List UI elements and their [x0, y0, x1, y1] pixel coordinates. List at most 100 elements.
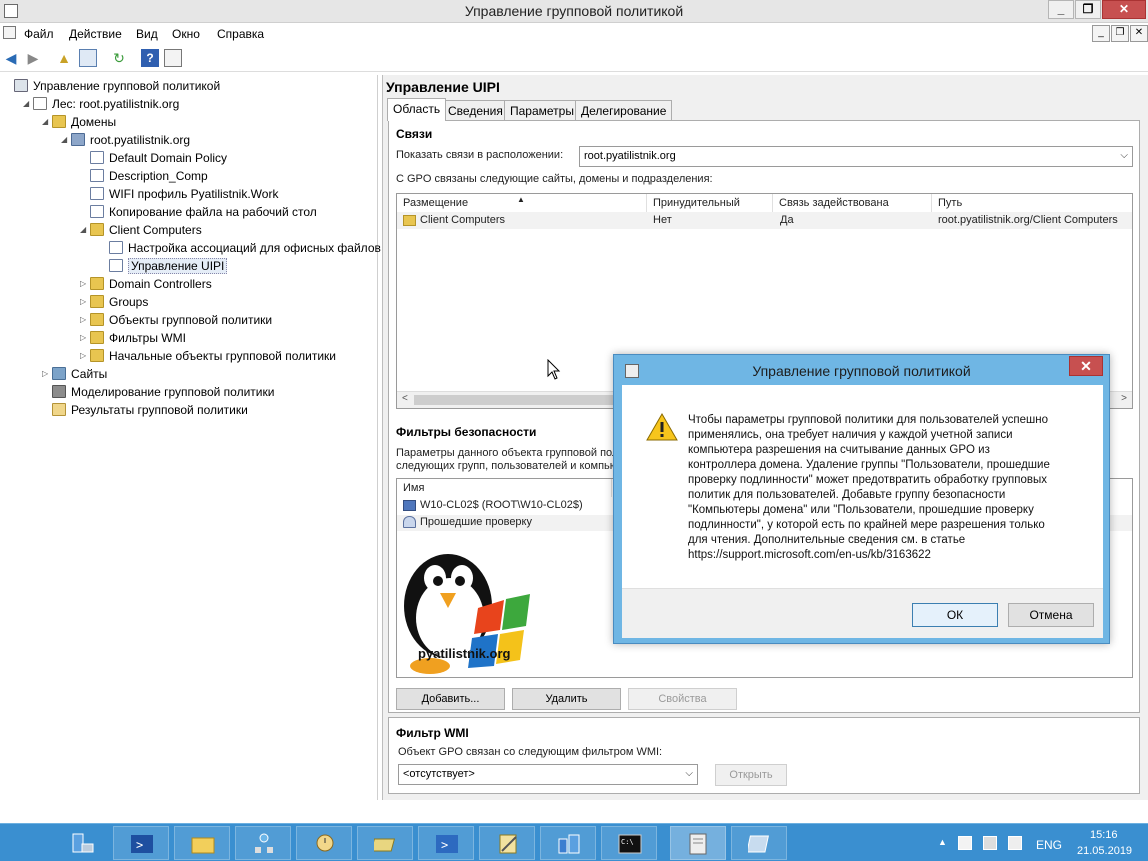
minimize-button[interactable]: _: [1048, 0, 1074, 19]
scroll-right-icon[interactable]: >: [1121, 393, 1127, 404]
column-header-link-enabled[interactable]: Связь задействована: [773, 194, 932, 212]
forward-arrow-icon[interactable]: ▶: [24, 49, 42, 67]
gp-tools-taskbar-button[interactable]: [540, 826, 596, 860]
tree-item[interactable]: Управление групповой политикой: [4, 78, 220, 96]
tab-scope[interactable]: Область: [387, 98, 447, 121]
tab-delegation[interactable]: Делегирование: [575, 100, 673, 120]
cmd-taskbar-button[interactable]: C:\: [601, 826, 657, 860]
cancel-button[interactable]: Отмена: [1008, 603, 1094, 627]
refresh-icon[interactable]: ↻: [110, 49, 128, 67]
tree-item[interactable]: ◢ root.pyatilistnik.org: [61, 132, 190, 150]
back-arrow-icon[interactable]: ◀: [2, 49, 20, 67]
menu-window[interactable]: Окно: [172, 27, 200, 41]
collapsed-arrow-icon[interactable]: ▷: [42, 369, 52, 378]
expanded-arrow-icon[interactable]: ◢: [80, 225, 90, 234]
menu-view[interactable]: Вид: [136, 27, 158, 41]
network-tray-icon[interactable]: [983, 836, 997, 850]
restore-button[interactable]: ❐: [1075, 0, 1101, 19]
column-header-location[interactable]: Размещение ▲: [397, 194, 647, 212]
tree-item[interactable]: ▷ Groups: [80, 294, 148, 312]
gpmc-taskbar-button[interactable]: [670, 826, 726, 860]
collapsed-arrow-icon[interactable]: ▷: [80, 315, 90, 324]
explorer-taskbar-button[interactable]: [174, 826, 230, 860]
mdi-doc-icon[interactable]: [3, 26, 16, 39]
expanded-arrow-icon[interactable]: ◢: [23, 99, 33, 108]
tree-item[interactable]: Копирование файла на рабочий стол: [80, 204, 317, 222]
tree-item[interactable]: ▷ Фильтры WMI: [80, 330, 186, 348]
collapsed-arrow-icon[interactable]: ▷: [80, 351, 90, 360]
powershell-taskbar-button[interactable]: >: [113, 826, 169, 860]
clock-time[interactable]: 15:16: [1090, 829, 1118, 841]
column-header-path[interactable]: Путь: [932, 194, 1132, 212]
tray-chevron-up-icon[interactable]: ▲: [938, 837, 947, 847]
scrollbar-thumb[interactable]: [414, 395, 634, 405]
column-header-name[interactable]: Имя: [397, 479, 612, 497]
menu-action[interactable]: Действие: [69, 27, 122, 41]
remove-button[interactable]: Удалить: [512, 688, 621, 710]
show-links-label: Показать связи в расположении:: [396, 149, 564, 161]
collapsed-arrow-icon[interactable]: ▷: [80, 333, 90, 342]
tree-item[interactable]: Default Domain Policy: [80, 150, 227, 168]
open-button[interactable]: Открыть: [715, 764, 787, 786]
notepad-taskbar-button[interactable]: [479, 826, 535, 860]
mdi-restore-button[interactable]: ❐: [1111, 25, 1129, 42]
network-taskbar-button[interactable]: [235, 826, 291, 860]
powershell-ise-taskbar-button[interactable]: >: [418, 826, 474, 860]
server-manager-taskbar-button[interactable]: [54, 826, 110, 860]
tree-item-label: Результаты групповой политики: [71, 402, 248, 417]
tree-item[interactable]: WIFI профиль Pyatilistnik.Work: [80, 186, 278, 204]
tree-item[interactable]: Description_Comp: [80, 168, 208, 186]
location-select[interactable]: root.pyatilistnik.org ⌵: [579, 146, 1133, 167]
tree-item[interactable]: ◢ Лес: root.pyatilistnik.org: [23, 96, 179, 114]
tree-item[interactable]: Моделирование групповой политики: [42, 384, 274, 402]
expanded-arrow-icon[interactable]: ◢: [42, 117, 52, 126]
table-row[interactable]: Client Computers Нет Да root.pyatilistni…: [397, 212, 1132, 229]
wmi-filter-select[interactable]: <отсутствует> ⌵: [398, 764, 698, 785]
properties-button[interactable]: Свойства: [628, 688, 737, 710]
collapsed-arrow-icon[interactable]: ▷: [80, 297, 90, 306]
show-hide-tree-icon[interactable]: [79, 49, 97, 67]
expanded-arrow-icon[interactable]: ◢: [61, 135, 71, 144]
action-center-icon[interactable]: [958, 836, 972, 850]
tree-item[interactable]: ▷ Domain Controllers: [80, 276, 212, 294]
dialog-close-button[interactable]: ✕: [1069, 356, 1103, 376]
tree-item[interactable]: ◢ Client Computers: [80, 222, 202, 240]
task-scheduler-taskbar-button[interactable]: [296, 826, 352, 860]
domains-folder-icon: [52, 115, 66, 129]
gpo-link-icon: [90, 205, 104, 219]
tree-item[interactable]: ▷ Объекты групповой политики: [80, 312, 272, 330]
tree-item-label: Domain Controllers: [109, 276, 212, 291]
mdi-minimize-button[interactable]: _: [1092, 25, 1110, 42]
ad-taskbar-button[interactable]: [357, 826, 413, 860]
scroll-left-icon[interactable]: <: [402, 393, 408, 404]
mdi-close-button[interactable]: ✕: [1130, 25, 1148, 42]
tree-item[interactable]: Результаты групповой политики: [42, 402, 248, 420]
menu-help[interactable]: Справка: [217, 27, 264, 41]
action-pane-icon[interactable]: [164, 49, 182, 67]
close-button[interactable]: ✕: [1102, 0, 1146, 19]
menu-bar: Файл Действие Вид Окно Справка _ ❐ ✕: [0, 23, 1148, 44]
clock-date[interactable]: 21.05.2019: [1077, 845, 1132, 857]
tree-item[interactable]: Настройка ассоциаций для офисных файлов: [99, 240, 381, 258]
column-header-enforced[interactable]: Принудительный: [647, 194, 773, 212]
folder-icon: [90, 331, 104, 345]
menu-file[interactable]: Файл: [24, 27, 54, 41]
documents-taskbar-button[interactable]: [731, 826, 787, 860]
ok-button[interactable]: ОК: [912, 603, 998, 627]
domain-icon: [71, 133, 85, 147]
up-folder-icon[interactable]: ▲: [55, 49, 73, 67]
volume-icon[interactable]: [1008, 836, 1022, 850]
add-button[interactable]: Добавить...: [396, 688, 505, 710]
document-icon: [748, 835, 769, 853]
tree-item[interactable]: ▷ Начальные объекты групповой политики: [80, 348, 336, 366]
collapsed-arrow-icon[interactable]: ▷: [80, 279, 90, 288]
help-icon[interactable]: ?: [141, 49, 159, 67]
tab-details[interactable]: Сведения: [442, 100, 509, 120]
cell-path: root.pyatilistnik.org/Client Computers: [938, 214, 1118, 226]
tree-item-label: Фильтры WMI: [109, 330, 186, 345]
tab-settings[interactable]: Параметры: [504, 100, 580, 120]
tree-item[interactable]: Управление UIPI: [99, 257, 228, 276]
tree-item[interactable]: ▷ Сайты: [42, 366, 107, 384]
language-indicator[interactable]: ENG: [1036, 838, 1062, 852]
tree-item[interactable]: ◢ Домены: [42, 114, 116, 132]
